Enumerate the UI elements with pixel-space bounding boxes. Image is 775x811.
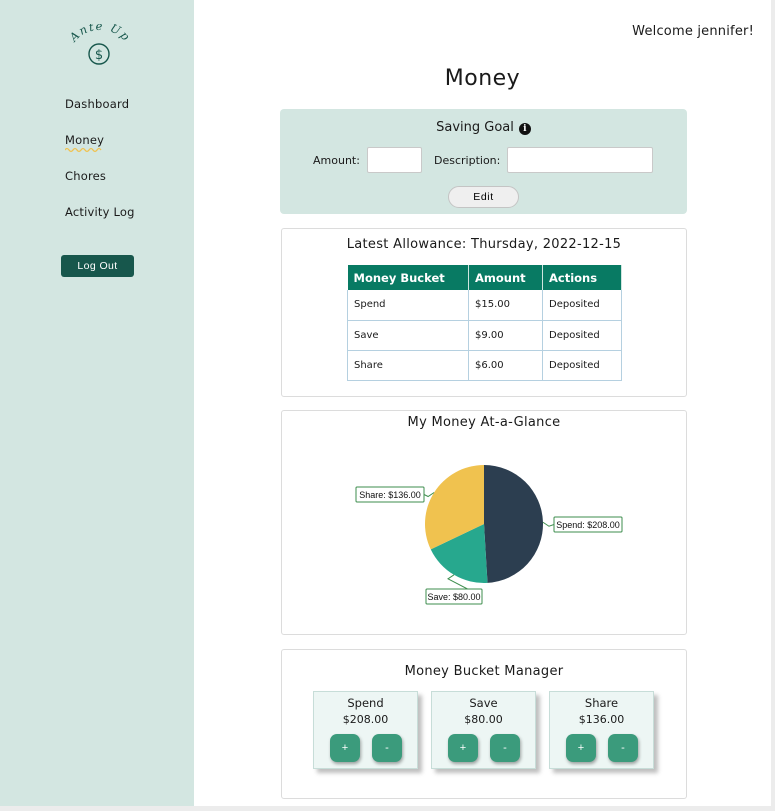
table-row: Save $9.00 Deposited	[347, 320, 622, 351]
pie-data-label: Share: $136.00	[359, 490, 421, 500]
spend-plus-button[interactable]: +	[330, 734, 360, 762]
welcome-message: Welcome jennifer!	[632, 24, 754, 39]
bucket-amount: $136.00	[578, 713, 625, 726]
allowance-table: Money Bucket Amount Actions Spend $15.00…	[347, 265, 622, 381]
page-title: Money	[444, 66, 521, 91]
table-cell: Share	[347, 350, 469, 381]
bottom-gutter	[0, 806, 775, 811]
table-row: Spend $15.00 Deposited	[347, 290, 622, 321]
description-input[interactable]	[507, 147, 653, 173]
bucket-name: Spend	[347, 696, 384, 710]
bucket-share: Share $136.00 + -	[549, 691, 654, 769]
description-label: Description:	[434, 154, 501, 167]
bucket-amount: $208.00	[342, 713, 389, 726]
money-bucket-manager-card: Money Bucket Manager Spend $208.00 + - S…	[281, 649, 687, 799]
bucket-save: Save $80.00 + -	[431, 691, 536, 769]
sidebar-item-activity-log[interactable]: Activity Log	[65, 204, 135, 240]
bucket-manager-title: Money Bucket Manager	[404, 664, 564, 679]
info-icon[interactable]: i	[518, 123, 531, 135]
saving-goal-title: Saving Goal i	[280, 120, 687, 135]
ante-up-logo[interactable]: Ante Up $	[64, 19, 134, 72]
svg-text:$: $	[95, 48, 103, 63]
sidebar-item-money[interactable]: Money	[65, 132, 135, 168]
column-header: Amount	[468, 265, 543, 290]
active-underline	[65, 147, 102, 153]
spend-minus-button[interactable]: -	[372, 734, 402, 762]
edit-goal-button[interactable]: Edit	[448, 186, 519, 208]
pie-data-label: Spend: $208.00	[556, 520, 620, 530]
main-content: Welcome jennifer! Money Saving Goal i Amo…	[194, 0, 771, 806]
column-header: Actions	[542, 265, 622, 290]
money-at-a-glance-card: My Money At-a-Glance Spend: $208.00 Save:…	[281, 410, 687, 635]
table-cell: Deposited	[542, 320, 622, 351]
table-cell: Deposited	[542, 290, 622, 321]
pie-chart: Spend: $208.00 Save: $80.00 Share: $136.00	[355, 465, 623, 605]
share-plus-button[interactable]: +	[566, 734, 596, 762]
amount-label: Amount:	[313, 154, 360, 167]
table-cell: $15.00	[468, 290, 543, 321]
table-cell: $9.00	[468, 320, 543, 351]
saving-goal-heading: Saving Goal	[436, 120, 514, 135]
sidebar: Ante Up $ Dashboard Money Chores Activit…	[0, 0, 194, 806]
table-header-row: Money Bucket Amount Actions	[347, 265, 622, 290]
scroll-gutter	[771, 0, 775, 811]
sidebar-nav: Dashboard Money Chores Activity Log	[65, 96, 135, 240]
latest-allowance-card: Latest Allowance: Thursday, 2022-12-15 M…	[281, 228, 687, 397]
bucket-name: Save	[469, 696, 498, 710]
logout-button[interactable]: Log Out	[61, 255, 134, 277]
table-row: Share $6.00 Deposited	[347, 350, 622, 381]
sidebar-item-label: Money	[65, 133, 105, 147]
table-cell: Deposited	[542, 350, 622, 381]
pie-slice-spend[interactable]	[484, 465, 543, 583]
bucket-spend: Spend $208.00 + -	[313, 691, 418, 769]
share-minus-button[interactable]: -	[608, 734, 638, 762]
sidebar-item-chores[interactable]: Chores	[65, 168, 135, 204]
bucket-amount: $80.00	[464, 713, 503, 726]
table-cell: Save	[347, 320, 469, 351]
amount-input[interactable]	[367, 147, 422, 173]
column-header: Money Bucket	[347, 265, 469, 290]
save-plus-button[interactable]: +	[448, 734, 478, 762]
svg-text:Ante Up: Ante Up	[66, 24, 134, 45]
table-cell: $6.00	[468, 350, 543, 381]
table-cell: Spend	[347, 290, 469, 321]
pie-leader-line	[542, 521, 555, 527]
save-minus-button[interactable]: -	[490, 734, 520, 762]
sidebar-item-dashboard[interactable]: Dashboard	[65, 96, 135, 132]
allowance-title: Latest Allowance: Thursday, 2022-12-15	[346, 237, 622, 252]
bucket-name: Share	[584, 696, 619, 710]
pie-data-label: Save: $80.00	[427, 592, 480, 602]
saving-goal-card: Saving Goal i Amount: Description: Edit	[280, 109, 687, 214]
